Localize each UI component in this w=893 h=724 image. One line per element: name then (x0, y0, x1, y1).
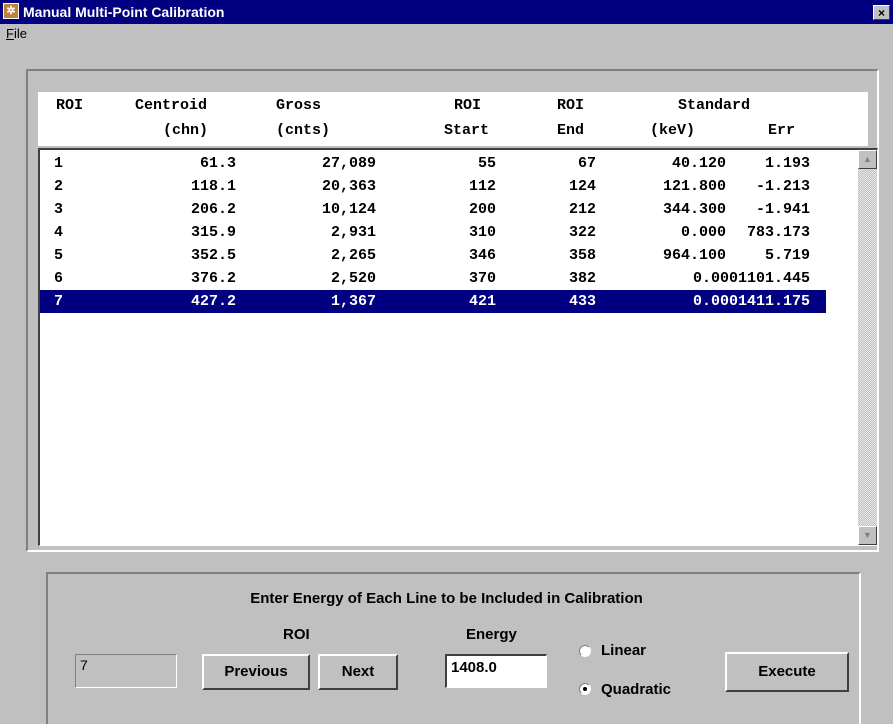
row-roi: 3 (54, 201, 64, 218)
row-roi-start: 421 (468, 293, 496, 310)
row-roi-start: 370 (468, 270, 496, 287)
scroll-up-button[interactable]: ▲ (858, 150, 877, 169)
row-standard: 344.300 (662, 201, 726, 218)
row-gross: 2,520 (330, 270, 376, 287)
row-roi-end: 382 (568, 270, 596, 287)
row-roi-end: 67 (577, 155, 596, 172)
table-row[interactable]: 7 427.2 1,367 421 433 0.0001411.175 (40, 290, 826, 313)
header-roi-start: ROI (454, 97, 482, 114)
row-standard: 964.100 (662, 247, 726, 264)
roi-list-rows: 1 61.3 27,089 55 67 40.120 1.193 2 118.1 20,363 11… (40, 152, 858, 313)
linear-label[interactable]: Linear (601, 642, 646, 659)
row-centroid: 315.9 (190, 224, 236, 241)
menu-file[interactable]: File (6, 26, 27, 41)
row-roi-end: 212 (568, 201, 596, 218)
row-centroid: 118.1 (190, 178, 236, 195)
row-err: 5.719 (764, 247, 810, 264)
header-chn: (chn) (163, 122, 209, 139)
roi-value-field: 7 (75, 654, 177, 688)
app-icon[interactable]: ✲ (3, 3, 19, 19)
header-cnts: (cnts) (276, 122, 331, 139)
roi-label: ROI (283, 626, 310, 643)
row-roi-start: 112 (468, 178, 496, 195)
row-roi-end: 358 (568, 247, 596, 264)
row-roi-end: 322 (568, 224, 596, 241)
row-roi-start: 346 (468, 247, 496, 264)
row-centroid: 427.2 (190, 293, 236, 310)
row-standard: 0.0001101.445 (692, 270, 810, 287)
row-gross: 1,367 (330, 293, 376, 310)
next-button[interactable]: Next (318, 654, 398, 690)
row-roi: 2 (54, 178, 64, 195)
row-roi: 7 (54, 293, 64, 310)
linear-radio[interactable] (579, 645, 591, 657)
header-roi-end: ROI (557, 97, 585, 114)
row-centroid: 352.5 (190, 247, 236, 264)
table-row[interactable]: 4 315.9 2,931 310 322 0.000 783.173 (40, 221, 826, 244)
title-bar: ✲ Manual Multi-Point Calibration × (0, 0, 893, 24)
table-row[interactable]: 1 61.3 27,089 55 67 40.120 1.193 (40, 152, 826, 175)
quadratic-radio[interactable] (579, 683, 591, 695)
instruction-text: Enter Energy of Each Line to be Included… (250, 590, 643, 607)
row-standard: 40.120 (671, 155, 726, 172)
header-standard: Standard (678, 97, 751, 114)
row-standard: 121.800 (662, 178, 726, 195)
row-gross: 20,363 (321, 178, 376, 195)
table-row[interactable]: 6 376.2 2,520 370 382 0.0001101.445 (40, 267, 826, 290)
menu-bar: File (0, 24, 893, 44)
header-start: Start (444, 122, 490, 139)
energy-input[interactable]: 1408.0 (445, 654, 547, 688)
header-end: End (557, 122, 585, 139)
previous-button[interactable]: Previous (202, 654, 310, 690)
row-roi: 5 (54, 247, 64, 264)
row-standard: 0.0001411.175 (692, 293, 810, 310)
row-standard: 0.000 (680, 224, 726, 241)
header-kev: (keV) (650, 122, 696, 139)
row-gross: 2,931 (330, 224, 376, 241)
row-roi: 1 (54, 155, 64, 172)
row-roi-start: 55 (477, 155, 496, 172)
window-title: Manual Multi-Point Calibration (23, 4, 225, 20)
table-row[interactable]: 2 118.1 20,363 112 124 121.800 -1.213 (40, 175, 826, 198)
row-gross: 27,089 (321, 155, 376, 172)
row-err: 1.193 (764, 155, 810, 172)
row-err: -1.213 (755, 178, 810, 195)
header-roi: ROI (56, 97, 84, 114)
header-err: Err (768, 122, 796, 139)
row-gross: 10,124 (321, 201, 376, 218)
table-row[interactable]: 3 206.2 10,124 200 212 344.300 -1.941 (40, 198, 826, 221)
quadratic-radio-dot (583, 687, 587, 691)
table-row[interactable]: 5 352.5 2,265 346 358 964.100 5.719 (40, 244, 826, 267)
row-centroid: 61.3 (199, 155, 236, 172)
header-centroid: Centroid (135, 97, 208, 114)
row-err: 783.173 (746, 224, 810, 241)
close-button[interactable]: × (873, 5, 890, 20)
quadratic-label[interactable]: Quadratic (601, 681, 671, 698)
menu-file-accel: F (6, 26, 14, 41)
vertical-scrollbar[interactable]: ▲ ▼ (858, 150, 877, 545)
row-gross: 2,265 (330, 247, 376, 264)
row-roi-end: 433 (568, 293, 596, 310)
row-roi-start: 200 (468, 201, 496, 218)
row-roi: 4 (54, 224, 64, 241)
row-roi-start: 310 (468, 224, 496, 241)
header-gross: Gross (276, 97, 322, 114)
scroll-down-button[interactable]: ▼ (858, 526, 877, 545)
roi-list[interactable]: 1 61.3 27,089 55 67 40.120 1.193 2 118.1 20,363 11… (38, 148, 878, 546)
row-err: -1.941 (755, 201, 810, 218)
row-roi-end: 124 (568, 178, 596, 195)
row-roi: 6 (54, 270, 64, 287)
execute-button[interactable]: Execute (725, 652, 849, 692)
menu-file-label: ile (13, 26, 27, 41)
energy-label: Energy (466, 626, 517, 643)
table-header: ROI Centroid Gross ROI ROI Standard (chn… (38, 92, 868, 146)
row-centroid: 376.2 (190, 270, 236, 287)
row-centroid: 206.2 (190, 201, 236, 218)
